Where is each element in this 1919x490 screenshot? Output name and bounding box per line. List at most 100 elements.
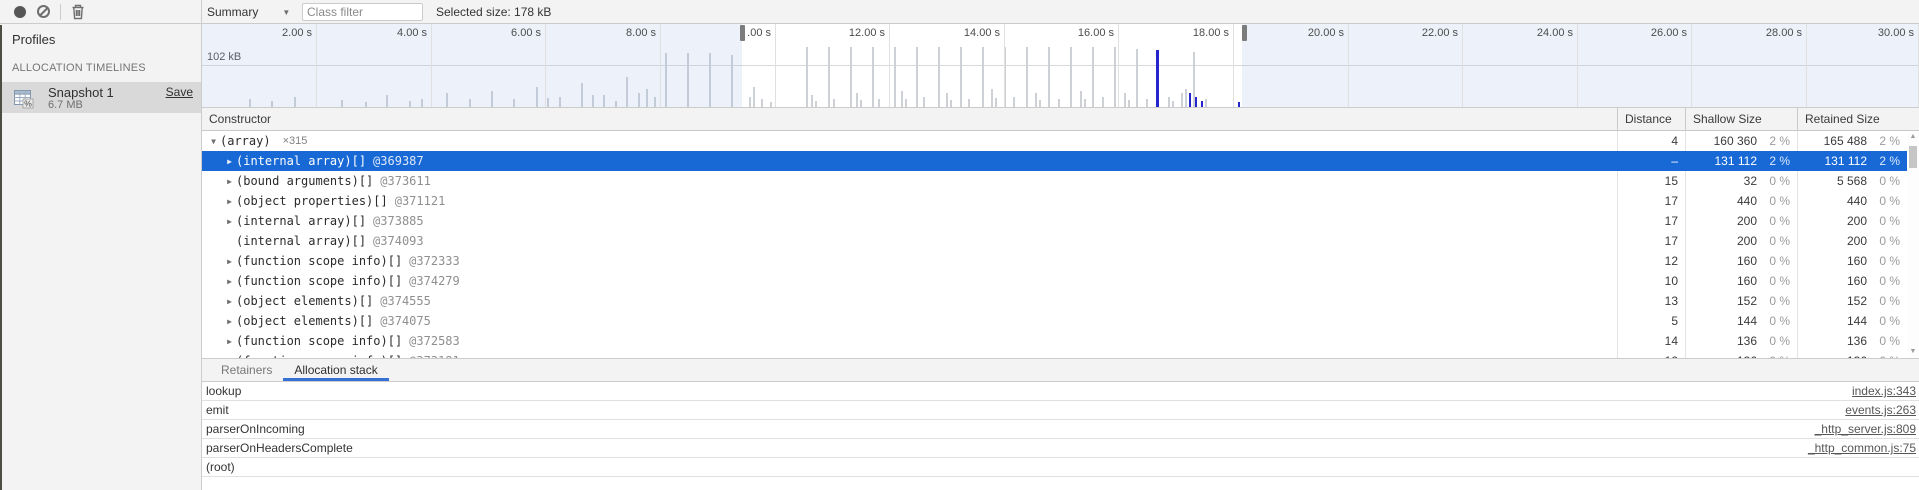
selection-handle-left[interactable]: [740, 25, 745, 41]
distance-cell: 12: [1617, 251, 1685, 271]
expand-arrow-icon[interactable]: ▶: [223, 157, 236, 166]
constructor-cell[interactable]: (internal array)[]@374093: [202, 231, 1617, 251]
tab-allocation-stack[interactable]: Allocation stack: [283, 359, 388, 381]
scroll-down-icon[interactable]: ▼: [1907, 348, 1919, 355]
distance-cell: 14: [1617, 331, 1685, 351]
delete-profile-icon[interactable]: [71, 4, 85, 20]
allocation-bar: [960, 47, 962, 107]
ruler-gridline: [1462, 24, 1463, 107]
retained-size-cell: 2000 %: [1797, 211, 1907, 231]
expand-arrow-icon[interactable]: ▶: [223, 177, 236, 186]
shallow-size-value: 32: [1686, 174, 1757, 188]
allocation-bar: [1181, 93, 1183, 107]
allocation-bar: [1092, 47, 1094, 107]
constructor-cell[interactable]: ▶(function scope info)[]@372333: [202, 251, 1617, 271]
constructor-cell[interactable]: ▶(internal array)[]@369387: [202, 151, 1617, 171]
constructor-cell[interactable]: ▶(function scope info)[]@372583: [202, 331, 1617, 351]
heap-grid-row[interactable]: ▶(bound arguments)[]@37361115320 %5 5680…: [202, 171, 1907, 191]
allocation-bar: [1039, 100, 1041, 107]
expand-arrow-icon[interactable]: ▶: [223, 217, 236, 226]
scroll-up-icon[interactable]: ▲: [1907, 133, 1919, 140]
column-header-retained-size[interactable]: Retained Size: [1797, 108, 1907, 130]
profile-view-selected: Summary: [207, 5, 258, 19]
expand-arrow-icon[interactable]: ▶: [223, 337, 236, 346]
expand-arrow-icon[interactable]: ▶: [223, 277, 236, 286]
ruler-tick-label: 2.00 s: [252, 27, 312, 40]
allocation-timeline-overview[interactable]: 102 kB 2.00 s4.00 s6.00 s8.00 s10.00 s12…: [202, 24, 1919, 107]
clear-all-profiles-icon[interactable]: [37, 5, 50, 18]
shallow-size-value: 200: [1686, 234, 1757, 248]
shallow-size-percent: 0 %: [1757, 254, 1797, 268]
retained-size-value: 136: [1798, 334, 1867, 348]
heap-grid-row[interactable]: ▶(internal array)[]@369387–131 1122 %131…: [202, 151, 1907, 171]
constructor-cell[interactable]: ▶(function scope info)[]@373181: [202, 351, 1617, 358]
stack-frame-function: parserOnHeadersComplete: [206, 441, 353, 455]
collapse-arrow-icon[interactable]: ▼: [207, 137, 220, 146]
stack-frame-function: parserOnIncoming: [206, 422, 305, 436]
stack-frame-source-link[interactable]: _http_common.js:75: [1808, 441, 1916, 455]
constructor-cell[interactable]: ▼(array)×315: [202, 131, 1617, 151]
grid-scrollbar[interactable]: ▲ ▼: [1907, 131, 1919, 358]
retained-size-cell: 2000 %: [1797, 231, 1907, 251]
heap-grid-row[interactable]: ▶(object properties)[]@371121174400 %440…: [202, 191, 1907, 211]
snapshot-name: Snapshot 1: [48, 85, 114, 100]
column-header-constructor[interactable]: Constructor: [202, 108, 1617, 130]
constructor-cell[interactable]: ▶(internal array)[]@373885: [202, 211, 1617, 231]
stack-frame-function: (root): [206, 460, 235, 474]
selected-size-label: Selected size: 178 kB: [436, 5, 551, 19]
stack-frame-source-link[interactable]: _http_server.js:809: [1815, 422, 1916, 436]
stack-frame-source-link[interactable]: index.js:343: [1852, 384, 1916, 398]
retained-size-value: 131 112: [1798, 154, 1867, 168]
sidebar-item-snapshot-1[interactable]: % Snapshot 1 Save 6.7 MB: [2, 82, 201, 113]
stack-frame-row[interactable]: (root): [202, 458, 1919, 477]
snapshot-save-link[interactable]: Save: [166, 85, 193, 99]
stack-frame-row[interactable]: parserOnIncoming _http_server.js:809: [202, 420, 1919, 439]
shallow-size-percent: 0 %: [1757, 174, 1797, 188]
column-header-shallow-size[interactable]: Shallow Size: [1685, 108, 1797, 130]
object-id: @374555: [380, 294, 431, 308]
constructor-cell[interactable]: ▶(object properties)[]@371121: [202, 191, 1617, 211]
stack-frame-row[interactable]: emitevents.js:263: [202, 401, 1919, 420]
allocation-bar: [1084, 99, 1086, 107]
stack-frame-row[interactable]: lookupindex.js:343: [202, 382, 1919, 401]
expand-arrow-icon[interactable]: ▶: [223, 297, 236, 306]
stack-frame-row[interactable]: parserOnHeadersComplete _http_common.js:7…: [202, 439, 1919, 458]
shallow-size-cell: 1360 %: [1685, 351, 1797, 358]
scrollbar-thumb[interactable]: [1909, 146, 1917, 168]
tab-retainers[interactable]: Retainers: [210, 359, 283, 381]
ruler-gridline: [1118, 24, 1119, 107]
distance-cell: 10: [1617, 271, 1685, 291]
record-icon[interactable]: [14, 6, 26, 18]
retained-size-percent: 0 %: [1867, 234, 1907, 248]
constructor-cell[interactable]: ▶(bound arguments)[]@373611: [202, 171, 1617, 191]
constructor-cell[interactable]: ▶(object elements)[]@374075: [202, 311, 1617, 331]
distance-cell: 13: [1617, 291, 1685, 311]
allocation-bar: [806, 47, 808, 107]
ruler-tick-label: 12.00 s: [825, 27, 885, 40]
heap-grid-row[interactable]: (internal array)[]@374093172000 %2000 %: [202, 231, 1907, 251]
profile-view-select[interactable]: Summary ▼: [207, 3, 290, 21]
heap-grid-row[interactable]: ▶(internal array)[]@373885172000 %2000 %: [202, 211, 1907, 231]
heap-grid-row[interactable]: ▶(function scope info)[]@374279101600 %1…: [202, 271, 1907, 291]
constructor-cell[interactable]: ▶(function scope info)[]@374279: [202, 271, 1617, 291]
shallow-size-percent: 0 %: [1757, 194, 1797, 208]
stack-frame-source-link[interactable]: events.js:263: [1845, 403, 1916, 417]
heap-grid-row[interactable]: ▶(function scope info)[]@372583141360 %1…: [202, 331, 1907, 351]
instance-count: ×315: [283, 135, 308, 147]
expand-arrow-icon[interactable]: ▶: [223, 197, 236, 206]
heap-grid-row[interactable]: ▶(function scope info)[]@373181121360 %1…: [202, 351, 1907, 358]
heap-grid-row[interactable]: ▼(array)×3154160 3602 %165 4882 %: [202, 131, 1907, 151]
retained-size-value: 5 568: [1798, 174, 1867, 188]
snapshot-size: 6.7 MB: [48, 99, 83, 111]
expand-arrow-icon[interactable]: ▶: [223, 257, 236, 266]
constructor-cell[interactable]: ▶(object elements)[]@374555: [202, 291, 1617, 311]
expand-arrow-icon[interactable]: ▶: [223, 317, 236, 326]
heap-grid-row[interactable]: ▶(object elements)[]@37407551440 %1440 %: [202, 311, 1907, 331]
heap-grid-row[interactable]: ▶(function scope info)[]@372333121600 %1…: [202, 251, 1907, 271]
heap-grid-row[interactable]: ▶(object elements)[]@374555131520 %1520 …: [202, 291, 1907, 311]
selection-handle-right[interactable]: [1242, 25, 1247, 41]
class-filter-input[interactable]: [302, 3, 423, 21]
column-header-distance[interactable]: Distance: [1617, 108, 1685, 130]
object-id: @373885: [373, 214, 424, 228]
shallow-size-value: 136: [1686, 334, 1757, 348]
